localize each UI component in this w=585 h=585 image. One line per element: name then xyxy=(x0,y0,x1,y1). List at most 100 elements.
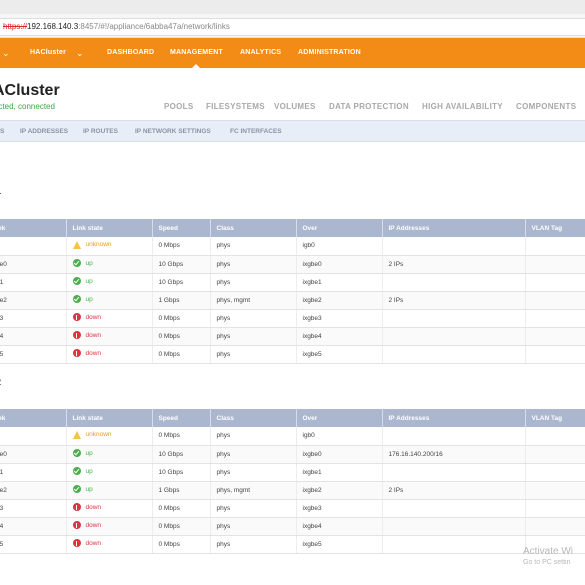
cell-link-state: up xyxy=(66,445,153,464)
cell-vlan-tag xyxy=(525,309,585,328)
cell-vlan-tag xyxy=(525,291,585,310)
link-state: down xyxy=(72,331,101,339)
table-row[interactable]: e5 down 0 Mbpsphysixgbe5 xyxy=(0,345,585,364)
link-state-label: up xyxy=(85,449,93,457)
column-header-link[interactable]: ink xyxy=(0,409,67,427)
cell-over: ixgbe0 xyxy=(296,445,383,464)
cell-link-state: down xyxy=(66,535,153,554)
link-state-label: down xyxy=(85,313,102,321)
column-header-class[interactable]: Class xyxy=(210,219,297,237)
cell-link: e3 xyxy=(0,309,67,328)
column-header-link-state[interactable]: Link state xyxy=(66,219,153,237)
cell-class: phys, mgmt xyxy=(210,481,297,500)
table-row[interactable]: e3 down 0 Mbpsphysixgbe3 xyxy=(0,499,585,518)
cell-ip-addresses: 176.16.140.200/16 xyxy=(382,445,526,464)
cell-ip-addresses xyxy=(382,237,526,256)
cell-class: phys xyxy=(210,535,297,554)
url-path: :8457/#!/appliance/6abba47a/network/link… xyxy=(78,22,230,31)
cell-ip-addresses xyxy=(382,327,526,346)
table-header-row: ink Link state Speed Class Over IP Addre… xyxy=(0,409,585,427)
column-header-vlan-tag[interactable]: VLAN Tag xyxy=(525,219,585,237)
cell-class: phys xyxy=(210,273,297,292)
column-header-ip-addresses[interactable]: IP Addresses xyxy=(382,219,526,237)
table-row[interactable]: be2 up 1 Gbpsphys, mgmtixgbe22 IPs xyxy=(0,481,585,500)
error-circle-icon xyxy=(72,539,81,547)
tab-pools[interactable]: POOLS xyxy=(164,102,194,111)
nav-dashboard[interactable]: DASHBOARD xyxy=(107,38,154,68)
cell-vlan-tag xyxy=(525,517,585,536)
table-row[interactable]: unknown 0 Mbps phys igb0 xyxy=(0,237,585,256)
cluster-selector[interactable]: HACluster xyxy=(30,38,66,68)
link-state-label: up xyxy=(85,277,93,285)
error-circle-icon xyxy=(72,521,81,529)
cell-over: ixgbe5 xyxy=(296,535,383,554)
tab-high-availability[interactable]: HIGH AVAILABILITY xyxy=(422,102,503,111)
tab-volumes[interactable]: VOLUMES xyxy=(274,102,316,111)
table-row[interactable]: e1 up 10 Gbpsphysixgbe1 xyxy=(0,273,585,292)
subnav-ip-addresses[interactable]: IP ADDRESSES xyxy=(20,121,68,143)
links-table-node-2: ink Link state Speed Class Over IP Addre… xyxy=(0,409,585,554)
subnav-ip-routes[interactable]: IP ROUTES xyxy=(83,121,118,143)
cluster-chevron-down-icon[interactable]: ⌄ xyxy=(76,38,84,68)
column-header-speed[interactable]: Speed xyxy=(152,409,211,427)
node-title: 2 xyxy=(0,377,1,387)
nav-administration[interactable]: ADMINISTRATION xyxy=(298,38,361,68)
cell-link-state: up xyxy=(66,273,153,292)
url-host: 192.168.140.3 xyxy=(27,22,79,31)
cell-link: e5 xyxy=(0,535,67,554)
tab-filesystems[interactable]: FILESYSTEMS xyxy=(206,102,265,111)
subnav-links[interactable]: S xyxy=(0,121,4,143)
cell-link-state: up xyxy=(66,255,153,274)
cell-link: e4 xyxy=(0,327,67,346)
table-row[interactable]: be0 up 10 Gbpsphysixgbe02 IPs xyxy=(0,255,585,274)
link-state: up xyxy=(72,485,93,493)
cell-ip-addresses xyxy=(382,517,526,536)
column-header-speed[interactable]: Speed xyxy=(152,219,211,237)
url-input[interactable]: https://192.168.140.3:8457/#!/appliance/… xyxy=(0,18,585,36)
nav-management[interactable]: MANAGEMENT xyxy=(170,38,223,68)
table-row[interactable]: e3 down 0 Mbpsphysixgbe3 xyxy=(0,309,585,328)
column-header-class[interactable]: Class xyxy=(210,409,297,427)
network-subnav: S IP ADDRESSES IP ROUTES IP NETWORK SETT… xyxy=(0,120,585,142)
column-header-link[interactable]: ink xyxy=(0,219,67,237)
cell-vlan-tag xyxy=(525,499,585,518)
cell-class: phys xyxy=(210,463,297,482)
table-row[interactable]: e5 down 0 Mbpsphysixgbe5 xyxy=(0,535,585,554)
cell-class: phys xyxy=(210,255,297,274)
link-state: up xyxy=(72,467,93,475)
cell-link-state: up xyxy=(66,291,153,310)
cell-over: igb0 xyxy=(296,237,383,256)
nav-analytics[interactable]: ANALYTICS xyxy=(240,38,281,68)
column-header-over[interactable]: Over xyxy=(296,409,383,427)
table-row[interactable]: be2 up 1 Gbpsphys, mgmtixgbe22 IPs xyxy=(0,291,585,310)
tab-components[interactable]: COMPONENTS xyxy=(516,102,576,111)
subnav-fc-interfaces[interactable]: FC INTERFACES xyxy=(230,121,282,143)
link-state: down xyxy=(72,503,101,511)
cell-speed: 0 Mbps xyxy=(152,345,211,364)
table-row[interactable]: e1 up 10 Gbpsphysixgbe1 xyxy=(0,463,585,482)
chevron-down-icon[interactable]: ⌄ xyxy=(2,38,10,68)
table-row[interactable]: unknown 0 Mbps phys igb0 xyxy=(0,427,585,446)
cell-over: ixgbe1 xyxy=(296,463,383,482)
cell-over: ixgbe5 xyxy=(296,345,383,364)
cell-class: phys xyxy=(210,345,297,364)
url-scheme: https:// xyxy=(3,22,28,31)
column-header-over[interactable]: Over xyxy=(296,219,383,237)
link-state-label: down xyxy=(85,349,102,357)
table-row[interactable]: be0 up 10 Gbpsphysixgbe0176.16.140.200/16 xyxy=(0,445,585,464)
subnav-ip-network-settings[interactable]: IP NETWORK SETTINGS xyxy=(135,121,211,143)
cell-ip-addresses: 2 IPs xyxy=(382,291,526,310)
cell-ip-addresses xyxy=(382,535,526,554)
link-state: up xyxy=(72,259,93,267)
connection-status: ected, connected xyxy=(0,102,55,111)
cell-speed: 0 Mbps xyxy=(152,427,211,446)
table-row[interactable]: e4 down 0 Mbpsphysixgbe4 xyxy=(0,327,585,346)
cell-link: be2 xyxy=(0,481,67,500)
column-header-link-state[interactable]: Link state xyxy=(66,409,153,427)
column-header-ip-addresses[interactable]: IP Addresses xyxy=(382,409,526,427)
tab-data-protection[interactable]: DATA PROTECTION xyxy=(329,102,409,111)
cell-speed: 0 Mbps xyxy=(152,535,211,554)
table-row[interactable]: e4 down 0 Mbpsphysixgbe4 xyxy=(0,517,585,536)
link-state-label: down xyxy=(85,521,102,529)
column-header-vlan-tag[interactable]: VLAN Tag xyxy=(525,409,585,427)
